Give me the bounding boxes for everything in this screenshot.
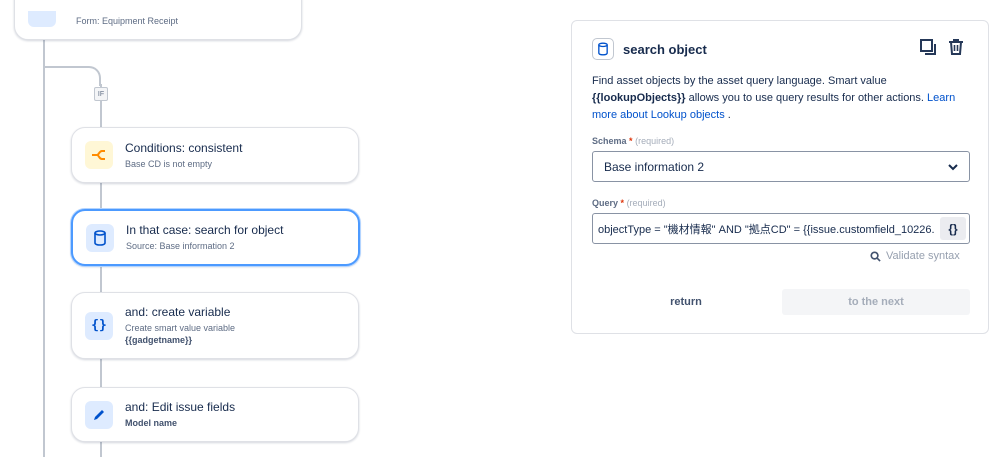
edit-issue-card[interactable]: and: Edit issue fields Model name	[71, 387, 359, 442]
return-button[interactable]: return	[592, 289, 780, 315]
database-icon	[86, 223, 114, 252]
trigger-card[interactable]: Form: Equipment Receipt	[14, 0, 302, 40]
next-button[interactable]: to the next	[782, 289, 970, 315]
create-variable-card[interactable]: {} and: create variable Create smart val…	[71, 292, 359, 359]
database-icon	[592, 38, 614, 60]
card-title: and: Edit issue fields	[125, 400, 236, 414]
search-object-panel: search object Find asset objects by the …	[571, 20, 989, 334]
condition-card[interactable]: Conditions: consistent Base CD is not em…	[71, 127, 359, 183]
search-object-card[interactable]: In that case: search for object Source: …	[71, 209, 360, 266]
search-icon	[870, 250, 881, 262]
panel-description: Find asset objects by the asset query la…	[592, 75, 956, 121]
delete-icon[interactable]	[946, 37, 966, 57]
card-subtitle: Base CD is not empty	[125, 158, 213, 169]
card-title: and: create variable	[125, 305, 231, 319]
card-title: In that case: search for object	[126, 223, 284, 237]
validate-syntax-label: Validate syntax	[886, 250, 960, 262]
card-subtitle: Source: Base information 2	[126, 241, 235, 251]
panel-title: search object	[623, 41, 707, 57]
query-label: Query * (required)	[592, 198, 666, 208]
pencil-icon	[85, 400, 113, 429]
flow-connector-line	[43, 40, 45, 457]
duplicate-icon[interactable]	[918, 37, 938, 57]
schema-select[interactable]: Base information 2	[592, 151, 970, 182]
card-subtitle: Model name	[125, 418, 178, 428]
validate-syntax-button[interactable]: Validate syntax	[870, 250, 960, 262]
smart-value-button[interactable]: {}	[940, 217, 966, 240]
flow-connector-branch	[44, 66, 101, 86]
schema-value: Base information 2	[604, 159, 705, 174]
card-subtitle: Create smart value variable	[125, 323, 236, 333]
smart-value: {{lookupObjects}}	[592, 92, 686, 104]
braces-icon: {}	[85, 311, 113, 340]
panel-actions	[918, 37, 966, 57]
if-label: IF	[94, 87, 108, 101]
query-input[interactable]: objectType = "機材情報" AND "拠点CD" = {{issue…	[592, 213, 970, 244]
card-variable-name: {{gadgetname}}	[125, 335, 193, 345]
form-icon	[28, 11, 56, 27]
query-value: objectType = "機材情報" AND "拠点CD" = {{issue…	[598, 223, 935, 236]
card-title: Conditions: consistent	[125, 140, 243, 155]
trigger-subtitle: Form: Equipment Receipt	[76, 16, 179, 26]
panel-header: search object	[592, 38, 707, 60]
schema-label: Schema * (required)	[592, 136, 675, 146]
branch-icon	[85, 141, 113, 169]
chevron-down-icon	[948, 164, 958, 171]
